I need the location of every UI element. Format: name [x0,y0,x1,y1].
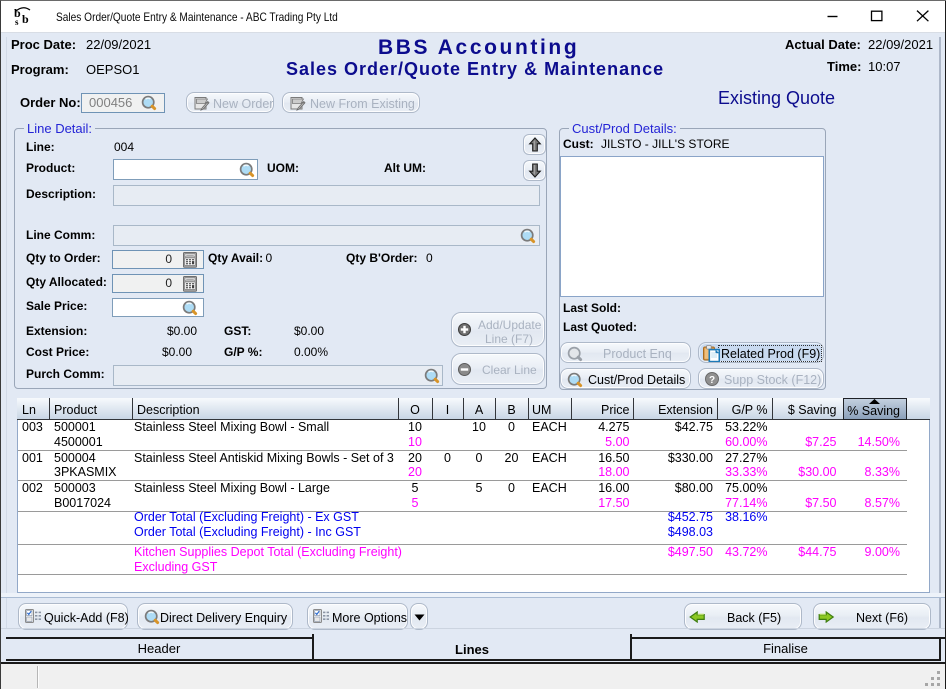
svg-text:s: s [15,17,19,27]
svg-text:b: b [22,12,29,26]
